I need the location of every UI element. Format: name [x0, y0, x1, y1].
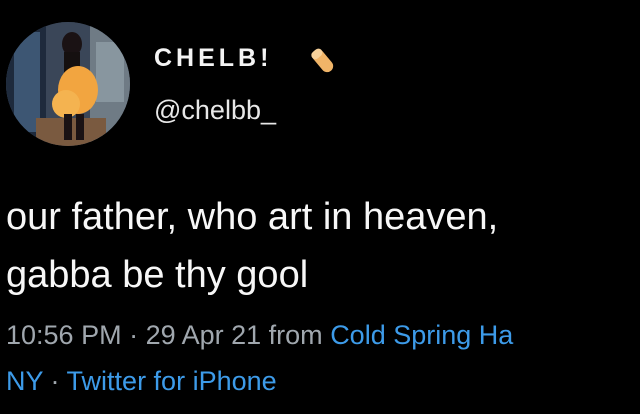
from-label: from	[261, 320, 331, 350]
avatar-photo	[6, 22, 130, 146]
separator-dot: ·	[43, 366, 67, 396]
location-link-continued[interactable]: NY	[6, 366, 43, 396]
display-name[interactable]: CHELB!	[154, 44, 272, 73]
location-link[interactable]: Cold Spring Ha	[330, 320, 513, 350]
tweet-text-line-1: our father, who art in heaven,	[6, 196, 499, 238]
tweet-text-line-2: gabba be thy gool	[6, 254, 309, 296]
metadata-line-1: 10:56 PM · 29 Apr 21 from Cold Spring Ha	[6, 312, 640, 358]
metadata-line-2: NY · Twitter for iPhone	[6, 358, 640, 404]
nail-polish-icon	[311, 48, 334, 73]
user-handle[interactable]: @chelbb_	[154, 95, 276, 126]
client-link[interactable]: Twitter for iPhone	[67, 366, 277, 396]
tweet-metadata: 10:56 PM · 29 Apr 21 from Cold Spring Ha…	[6, 312, 640, 404]
separator-dot: ·	[121, 320, 146, 350]
tweet-date[interactable]: 29 Apr 21	[146, 320, 262, 350]
tweet-text: our father, who art in heaven, gabba be …	[6, 188, 640, 304]
tweet-card: CHELB! @chelbb_ our father, who art in h…	[0, 0, 640, 414]
tweet-time[interactable]: 10:56 PM	[6, 320, 122, 350]
avatar[interactable]	[6, 22, 130, 146]
